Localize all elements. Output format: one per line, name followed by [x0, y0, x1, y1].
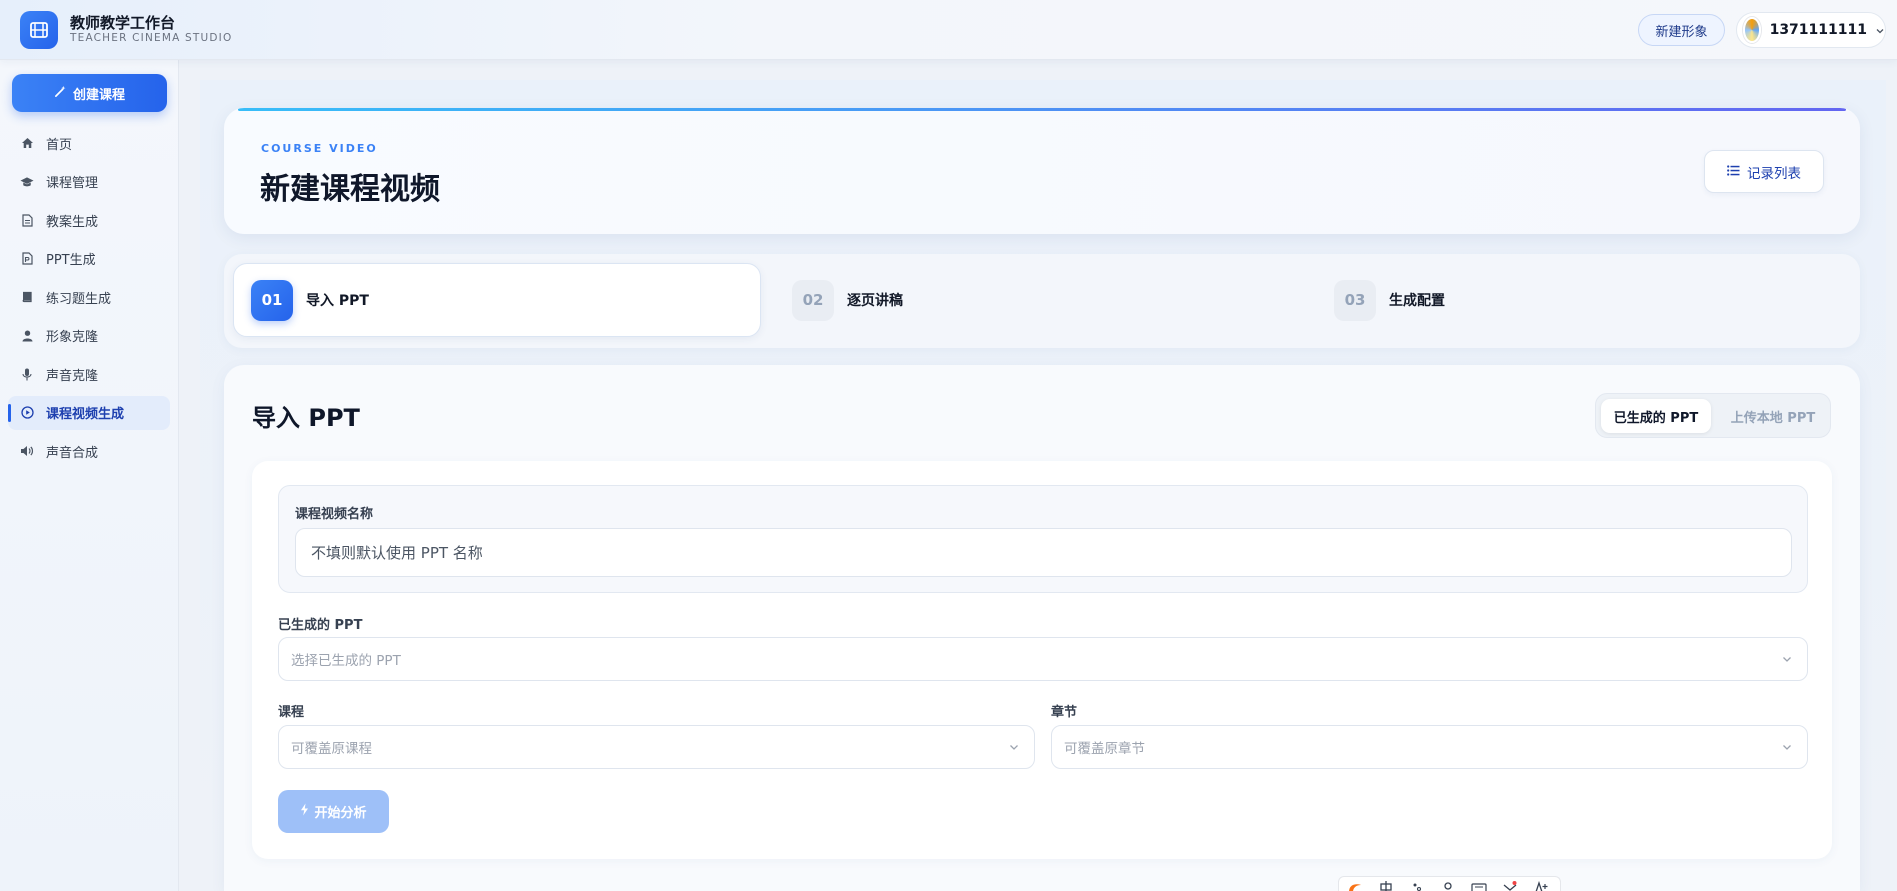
avatar — [1743, 17, 1761, 43]
sidebar-item-lesson-plan[interactable]: 教案生成 — [8, 203, 170, 237]
microphone-icon — [20, 367, 34, 381]
generated-ppt-select[interactable]: 选择已生成的 PPT — [278, 637, 1808, 681]
user-name: 1371111111 — [1769, 22, 1867, 38]
chevron-down-icon — [1008, 741, 1020, 757]
chapter-placeholder: 可覆盖原章节 — [1064, 741, 1145, 757]
user-icon — [20, 329, 34, 343]
sidebar-item-label: 练习题生成 — [46, 291, 112, 307]
user-menu[interactable]: 1371111111 — [1736, 12, 1886, 48]
sidebar-item-label: 教案生成 — [46, 214, 99, 230]
video-name-group: 课程视频名称 — [278, 485, 1808, 593]
book-icon — [20, 290, 34, 304]
step-number: 03 — [1334, 279, 1376, 321]
records-list-button[interactable]: 记录列表 — [1704, 150, 1824, 193]
step-import-ppt[interactable]: 01 导入 PPT — [233, 263, 761, 337]
generated-ppt-placeholder: 选择已生成的 PPT — [291, 653, 401, 669]
step-page-script[interactable]: 02 逐页讲稿 — [775, 263, 1303, 337]
ime-punctuation-icon — [1401, 881, 1432, 891]
ime-user-icon — [1432, 881, 1463, 891]
chapter-select[interactable]: 可覆盖原章节 — [1051, 725, 1808, 769]
home-icon — [20, 136, 34, 150]
list-icon — [1727, 164, 1740, 180]
course-select[interactable]: 可覆盖原课程 — [278, 725, 1035, 769]
video-name-input[interactable] — [295, 528, 1792, 577]
course-placeholder: 可覆盖原课程 — [291, 741, 372, 757]
play-circle-icon — [20, 406, 34, 420]
step-label: 生成配置 — [1389, 293, 1445, 309]
records-list-label: 记录列表 — [1747, 165, 1801, 182]
sidebar-item-label: 形象克隆 — [46, 330, 99, 345]
sidebar: 创建课程 首页 课程管理 教案生成 PPT生成 练习题生成 形象克隆 声音克隆 … — [0, 60, 179, 891]
sidebar-item-avatar-clone[interactable]: 形象克隆 — [8, 319, 170, 353]
ime-toolbar[interactable] — [1338, 876, 1561, 891]
sidebar-item-label: 声音合成 — [46, 445, 99, 461]
film-logo-icon[interactable] — [20, 11, 58, 49]
ime-font-size-icon — [1525, 881, 1556, 891]
step-label: 导入 PPT — [306, 293, 369, 309]
speaker-icon — [20, 444, 34, 458]
app-title: 教师教学工作台 — [70, 14, 176, 32]
page-title: 新建课程视频 — [260, 172, 440, 207]
source-toggle: 已生成的 PPT 上传本地 PPT — [1595, 393, 1831, 438]
step-number: 01 — [251, 279, 293, 321]
create-course-button[interactable]: 创建课程 — [12, 74, 167, 112]
sidebar-item-course-management[interactable]: 课程管理 — [8, 165, 170, 199]
create-course-label: 创建课程 — [72, 87, 125, 103]
presentation-file-icon — [20, 252, 34, 266]
chevron-down-icon — [1781, 741, 1793, 757]
sidebar-item-label: PPT生成 — [46, 253, 96, 268]
app-subtitle: TEACHER CINEMA STUDIO — [70, 32, 233, 44]
import-ppt-panel: 导入 PPT 已生成的 PPT 上传本地 PPT 课程视频名称 已生成的 PPT… — [224, 365, 1860, 891]
chapter-label: 章节 — [1051, 705, 1078, 720]
start-analysis-button[interactable]: 开始分析 — [278, 790, 389, 833]
generated-ppt-label: 已生成的 PPT — [278, 618, 363, 633]
new-avatar-button[interactable]: 新建形象 — [1638, 14, 1725, 46]
sidebar-item-exercises[interactable]: 练习题生成 — [8, 280, 170, 314]
tab-upload-local-ppt[interactable]: 上传本地 PPT — [1720, 399, 1826, 433]
top-bar: 教师教学工作台 TEACHER CINEMA STUDIO 新建形象 13711… — [0, 0, 1897, 60]
import-form: 课程视频名称 已生成的 PPT 选择已生成的 PPT 课程 可覆盖原课程 章节 … — [252, 461, 1832, 859]
sidebar-item-label: 课程管理 — [46, 176, 99, 191]
step-label: 逐页讲稿 — [847, 293, 903, 309]
document-icon — [20, 213, 34, 227]
sidebar-item-ppt[interactable]: PPT生成 — [8, 242, 170, 276]
page-eyebrow: COURSE VIDEO — [261, 142, 378, 155]
sidebar-item-course-video[interactable]: 课程视频生成 — [8, 395, 170, 430]
sidebar-item-label: 首页 — [46, 137, 73, 153]
section-title: 导入 PPT — [252, 404, 360, 432]
step-indicator: 01 导入 PPT 02 逐页讲稿 03 生成配置 — [224, 254, 1860, 348]
sidebar-nav: 首页 课程管理 教案生成 PPT生成 练习题生成 形象克隆 声音克隆 课程视频生… — [8, 126, 170, 473]
tab-generated-ppt[interactable]: 已生成的 PPT — [1601, 399, 1711, 433]
step-number: 02 — [792, 279, 834, 321]
course-label: 课程 — [278, 705, 305, 720]
chevron-down-icon — [1781, 653, 1793, 669]
lightning-icon — [300, 803, 309, 820]
ime-skin-icon — [1494, 881, 1525, 891]
step-generation-config[interactable]: 03 生成配置 — [1317, 263, 1845, 337]
sidebar-item-home[interactable]: 首页 — [8, 126, 170, 160]
sidebar-item-label: 声音克隆 — [46, 368, 99, 384]
magic-wand-icon — [54, 85, 67, 102]
ime-logo-icon — [1339, 881, 1370, 891]
graduation-cap-icon — [20, 175, 34, 189]
sidebar-item-voice-synthesis[interactable]: 声音合成 — [8, 434, 170, 468]
ime-keyboard-icon — [1463, 881, 1494, 891]
sidebar-item-label: 课程视频生成 — [46, 407, 125, 422]
video-name-label: 课程视频名称 — [295, 507, 374, 522]
start-analysis-label: 开始分析 — [314, 806, 367, 821]
sidebar-item-voice-clone[interactable]: 声音克隆 — [8, 357, 170, 391]
chevron-down-icon — [1875, 21, 1885, 40]
ime-chinese-mode-icon — [1370, 881, 1401, 891]
page-header: COURSE VIDEO 新建课程视频 记录列表 — [224, 108, 1860, 234]
